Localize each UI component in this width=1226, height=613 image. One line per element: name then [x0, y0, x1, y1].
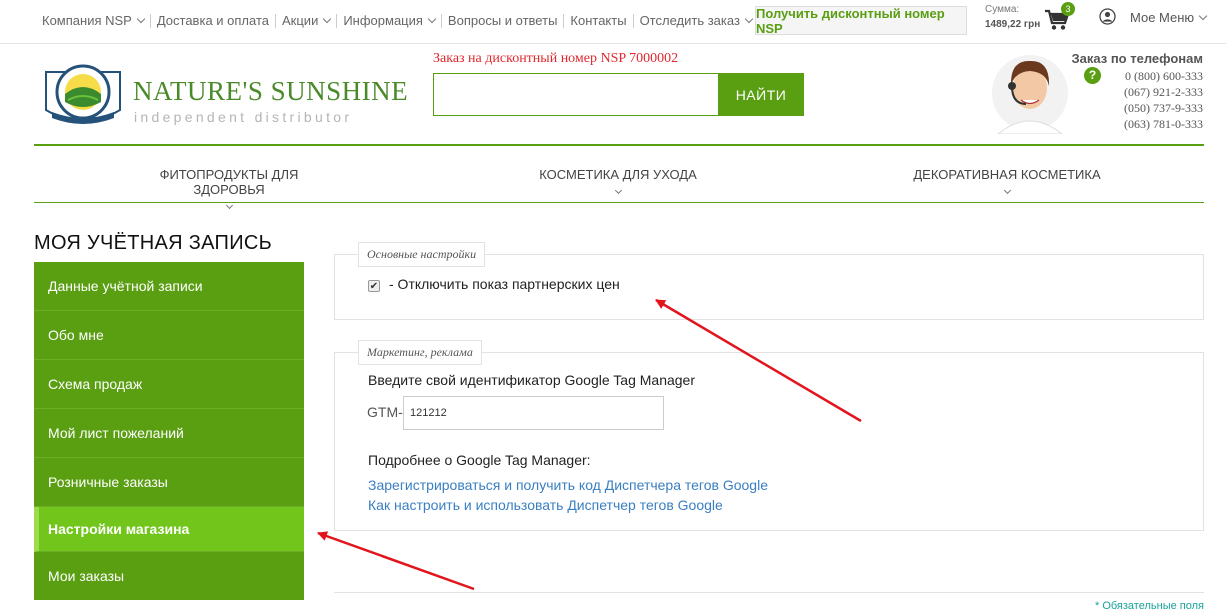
cart-sum-value: 1489,22 грн	[985, 19, 1041, 30]
sidebar-item-label: Данные учётной записи	[48, 278, 203, 294]
marketing-legend: Маркетинг, реклама	[358, 340, 482, 365]
top-nav-label: Компания NSP	[42, 13, 132, 28]
top-nav-label: Отследить заказ	[639, 13, 740, 28]
top-nav-label: Информация	[343, 13, 423, 28]
chevron-down-icon	[1003, 186, 1011, 195]
top-nav-label: Акции	[282, 13, 319, 28]
basic-settings-legend: Основные настройки	[358, 242, 486, 267]
divider	[440, 13, 442, 28]
gtm-more-label: Подробнее о Google Tag Manager:	[368, 452, 591, 468]
category-label: ФИТОПРОДУКТЫ ДЛЯ ЗДОРОВЬЯ	[159, 167, 299, 197]
top-nav: Компания NSP Доставка и оплата Акции Инф…	[42, 13, 754, 28]
sidebar-item-my-orders[interactable]: Мои заказы	[34, 552, 304, 600]
my-menu-label: Мое Меню	[1130, 10, 1195, 25]
sidebar-item-store-settings[interactable]: Настройки магазина	[34, 507, 304, 552]
sidebar-item-about-me[interactable]: Обо мне	[34, 311, 304, 360]
sidebar-item-label: Мой лист пожеланий	[48, 425, 184, 441]
cart-sum-label: Сумма:	[985, 4, 1020, 15]
sidebar-item-retail-orders[interactable]: Розничные заказы	[34, 458, 304, 507]
phone-number[interactable]: (067) 921-2-333	[1124, 84, 1203, 100]
discount-order-note: Заказ на дисконтный номер NSP 7000002	[433, 51, 679, 66]
cart-count-badge: 3	[1061, 2, 1075, 16]
top-nav-faq[interactable]: Вопросы и ответы	[448, 13, 557, 28]
my-menu-dropdown[interactable]: Мое Меню	[1130, 10, 1208, 25]
category-nav: ФИТОПРОДУКТЫ ДЛЯ ЗДОРОВЬЯ КОСМЕТИКА ДЛЯ …	[34, 144, 1204, 210]
divider	[336, 13, 338, 28]
sidebar-item-label: Мои заказы	[48, 568, 125, 584]
sidebar-item-label: Настройки магазина	[48, 521, 190, 537]
gtm-id-label: Введите свой идентификатор Google Tag Ma…	[368, 372, 695, 388]
top-nav-delivery[interactable]: Доставка и оплата	[157, 13, 269, 28]
logo-title: NATURE'S SUNSHINE	[133, 76, 409, 106]
phone-list: 0 (800) 600-333 (067) 921-2-333 (050) 73…	[1124, 68, 1203, 132]
top-nav-contacts[interactable]: Контакты	[570, 13, 626, 28]
top-nav-track-order[interactable]: Отследить заказ	[639, 13, 754, 28]
category-label: ДЕКОРАТИВНАЯ КОСМЕТИКА	[913, 167, 1101, 182]
sidebar-item-label: Розничные заказы	[48, 474, 168, 490]
top-nav-company[interactable]: Компания NSP	[42, 13, 146, 28]
divider	[632, 13, 634, 28]
phone-number[interactable]: (050) 737-9-333	[1124, 100, 1203, 116]
top-nav-label: Вопросы и ответы	[447, 13, 558, 28]
top-bar: Компания NSP Доставка и оплата Акции Инф…	[0, 0, 1226, 44]
required-fields-note: * Обязательные поля	[1094, 600, 1204, 612]
sidebar-item-account-data[interactable]: Данные учётной записи	[34, 262, 304, 311]
logo-subtitle: independent distributor	[134, 109, 353, 125]
search-input[interactable]	[433, 73, 719, 116]
chevron-down-icon	[1198, 11, 1208, 20]
user-icon[interactable]	[1099, 8, 1116, 25]
top-nav-promotions[interactable]: Акции	[282, 13, 332, 28]
page-title: МОЯ УЧЁТНАЯ ЗАПИСЬ	[34, 232, 273, 254]
arrow-to-store-settings	[317, 531, 475, 591]
category-care-cosmetics[interactable]: КОСМЕТИКА ДЛЯ УХОДА	[518, 167, 718, 195]
category-phytoproducts[interactable]: ФИТОПРОДУКТЫ ДЛЯ ЗДОРОВЬЯ	[124, 167, 334, 210]
phone-number[interactable]: (063) 781-0-333	[1124, 116, 1203, 132]
chevron-down-icon	[323, 14, 332, 23]
gtm-register-link[interactable]: Зарегистрироваться и получить код Диспет…	[368, 477, 768, 493]
category-label: КОСМЕТИКА ДЛЯ УХОДА	[539, 167, 697, 182]
chevron-down-icon	[136, 14, 146, 23]
support-operator-image	[992, 55, 1068, 134]
search-button[interactable]: НАЙТИ	[718, 73, 804, 116]
gtm-id-input[interactable]: 121212	[403, 396, 664, 430]
gtm-prefix: GTM-	[367, 404, 403, 420]
help-icon[interactable]: ?	[1084, 67, 1101, 84]
divider	[275, 13, 276, 28]
get-discount-number-button[interactable]: Получить дисконтный номер NSP	[755, 6, 967, 36]
sidebar-item-sales-scheme[interactable]: Схема продаж	[34, 360, 304, 409]
category-decorative-cosmetics[interactable]: ДЕКОРАТИВНАЯ КОСМЕТИКА	[902, 167, 1112, 195]
chevron-down-icon	[427, 14, 437, 23]
account-sidebar: Данные учётной записи Обо мне Схема прод…	[34, 262, 304, 600]
top-nav-information[interactable]: Информация	[343, 13, 437, 28]
sidebar-item-label: Схема продаж	[48, 376, 143, 392]
divider	[149, 13, 151, 28]
gtm-howto-link[interactable]: Как настроить и использовать Диспетчер т…	[368, 497, 723, 513]
sidebar-item-wishlist[interactable]: Мой лист пожеланий	[34, 409, 304, 458]
divider	[334, 592, 1204, 593]
top-nav-label: Контакты	[570, 13, 627, 28]
phone-order-title: Заказ по телефонам	[1071, 51, 1203, 66]
sidebar-item-label: Обо мне	[48, 327, 104, 343]
divider	[563, 13, 565, 28]
chevron-down-icon	[614, 186, 622, 195]
hide-partner-prices-checkbox[interactable]: ✔	[368, 280, 380, 292]
top-nav-label: Доставка и оплата	[156, 13, 269, 28]
chevron-down-icon	[225, 201, 233, 210]
hide-partner-prices-label: - Отключить показ партнерских цен	[389, 276, 620, 292]
phone-number[interactable]: 0 (800) 600-333	[1124, 68, 1203, 84]
chevron-down-icon	[744, 14, 754, 23]
